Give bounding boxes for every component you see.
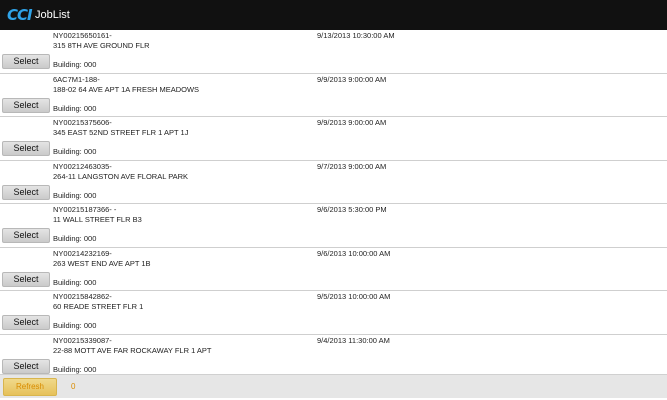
job-datetime: 9/9/2013 9:00:00 AM [317,118,387,127]
select-button[interactable]: Select [2,271,50,287]
job-address: 60 READE STREET FLR 1 [53,302,144,311]
job-row: NY00215339087- 22-88 MOTT AVE FAR ROCKAW… [0,334,667,374]
job-building: Building: 000 [53,364,97,374]
job-building: Building: 000 [53,190,97,200]
title-bar: CCI JobList [0,0,667,30]
job-id: NY00215187366- - [53,205,117,214]
select-button[interactable]: Select [2,97,50,113]
bottom-bar: Refresh 0 [0,374,667,398]
job-building: Building: 000 [53,321,97,330]
job-list[interactable]: NY00215650161- 315 8TH AVE GROUND FLR 9/… [0,30,667,374]
job-datetime: 9/4/2013 11:30:00 AM [317,335,390,345]
job-address: 345 EAST 52ND STREET FLR 1 APT 1J [53,128,189,137]
job-id: NY00215842862- [53,292,112,301]
job-id: 6AC7M1-188- [53,74,100,84]
job-address: 22-88 MOTT AVE FAR ROCKAWAY FLR 1 APT [53,345,212,355]
job-row: NY00215187366- - 11 WALL STREET FLR B3 9… [0,204,667,248]
job-id: NY00215339087- [53,335,112,345]
select-button[interactable]: Select [2,315,50,330]
job-row: NY00212463035- 264-11 LANGSTON AVE FLORA… [0,160,667,204]
job-row: NY00214232169- 263 WEST END AVE APT 1B 9… [0,247,667,291]
job-datetime: 9/6/2013 10:00:00 AM [317,248,391,258]
cci-logo-icon: CCI [7,6,33,24]
job-count-label: 0 [71,382,76,391]
job-address: 315 8TH AVE GROUND FLR [53,41,150,50]
job-datetime: 9/7/2013 9:00:00 AM [317,161,387,171]
job-datetime: 9/5/2013 10:00:00 AM [317,292,391,301]
select-button[interactable]: Select [2,141,50,156]
job-building: Building: 000 [53,60,97,69]
app-title: JobList [35,9,70,21]
job-id: NY00215375606- [53,118,112,127]
job-row: NY00215650161- 315 8TH AVE GROUND FLR 9/… [0,30,667,74]
job-id: NY00214232169- [53,248,112,258]
job-building: Building: 000 [53,147,97,156]
job-id: NY00215650161- [53,31,112,40]
job-id: NY00212463035- [53,161,112,171]
job-row: NY00215375606- 345 EAST 52ND STREET FLR … [0,117,667,161]
job-address: 263 WEST END AVE APT 1B [53,258,151,268]
job-datetime: 9/9/2013 9:00:00 AM [317,74,387,84]
job-building: Building: 000 [53,103,97,113]
job-row: NY00215842862- 60 READE STREET FLR 1 9/5… [0,291,667,335]
select-button[interactable]: Select [2,228,50,243]
job-building: Building: 000 [53,277,97,287]
job-building: Building: 000 [53,234,97,243]
job-address: 264-11 LANGSTON AVE FLORAL PARK [53,171,189,181]
job-row: 6AC7M1-188- 188-02 64 AVE APT 1A FRESH M… [0,73,667,117]
job-address: 11 WALL STREET FLR B3 [53,215,142,224]
select-button[interactable]: Select [2,358,50,374]
job-address: 188-02 64 AVE APT 1A FRESH MEADOWS [53,84,200,94]
refresh-button[interactable]: Refresh [3,378,57,396]
job-datetime: 9/6/2013 5:30:00 PM [317,205,387,214]
select-button[interactable]: Select [2,184,50,200]
select-button[interactable]: Select [2,54,50,69]
job-datetime: 9/13/2013 10:30:00 AM [317,31,395,40]
